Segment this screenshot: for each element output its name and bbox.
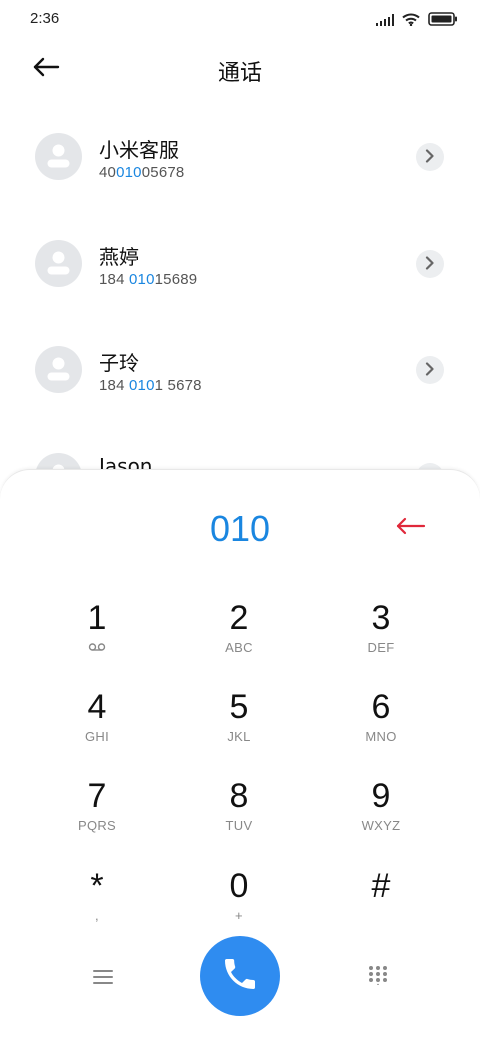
contact-name: 燕婷 (99, 245, 139, 269)
key-5[interactable]: 5 JKL (179, 687, 299, 765)
status-bar: 2:36 (0, 0, 480, 38)
contact-row[interactable]: 小米客服 4001005678 (0, 104, 480, 210)
avatar (35, 240, 82, 287)
contact-number: 184 01015689 (99, 271, 198, 288)
backspace-arrow-icon (394, 516, 426, 540)
voicemail-icon (37, 640, 157, 656)
delete-button[interactable] (388, 510, 432, 546)
key-2[interactable]: 2 ABC (179, 598, 299, 676)
page-title: 通话 (217, 61, 262, 86)
call-button[interactable] (200, 936, 280, 1016)
contact-number: 184 0101 5678 (99, 377, 202, 394)
contact-detail-button[interactable] (416, 356, 444, 384)
chevron-right-icon (425, 361, 435, 380)
chevron-right-icon (425, 148, 435, 167)
key-4[interactable]: 4 GHI (37, 687, 157, 765)
key-3[interactable]: 3 DEF (321, 598, 441, 676)
key-1[interactable]: 1 (37, 598, 157, 676)
contact-name: 小米客服 (99, 138, 179, 162)
key-9[interactable]: 9 WXYZ (321, 776, 441, 854)
contact-name: 子玲 (99, 351, 139, 375)
chevron-right-icon (425, 255, 435, 274)
key-6[interactable]: 6 MNO (321, 687, 441, 765)
contact-detail-button[interactable] (416, 250, 444, 278)
keypad-toggle-button[interactable] (366, 965, 390, 989)
avatar (35, 346, 82, 393)
menu-icon (93, 969, 113, 989)
contact-number: 4001005678 (99, 164, 185, 181)
key-hash[interactable]: # (321, 866, 441, 944)
header: 通话 (0, 40, 480, 100)
contact-row[interactable]: 子玲 184 0101 5678 (0, 317, 480, 423)
contact-detail-button[interactable] (416, 143, 444, 171)
key-0[interactable]: 0 + (179, 866, 299, 944)
key-star[interactable]: * , (37, 866, 157, 944)
number-match: 010 (129, 271, 155, 288)
number-match: 010 (116, 164, 142, 181)
keypad-grid-icon (368, 965, 388, 989)
phone-icon (220, 954, 260, 998)
contact-row[interactable]: 燕婷 184 01015689 (0, 211, 480, 317)
battery-icon (428, 11, 458, 30)
number-match: 010 (129, 377, 155, 394)
wifi-icon (402, 11, 420, 30)
signal-icon (376, 11, 394, 30)
status-icons (376, 11, 458, 30)
menu-button[interactable] (88, 967, 118, 991)
status-time: 2:36 (30, 10, 60, 27)
dialpad-sheet: 010 1 2 ABC 3 DEF 4 GHI 5 JKL 6 MNO 7 PQ… (0, 469, 480, 1041)
key-8[interactable]: 8 TUV (179, 776, 299, 854)
key-7[interactable]: 7 PQRS (37, 776, 157, 854)
avatar (35, 133, 82, 180)
